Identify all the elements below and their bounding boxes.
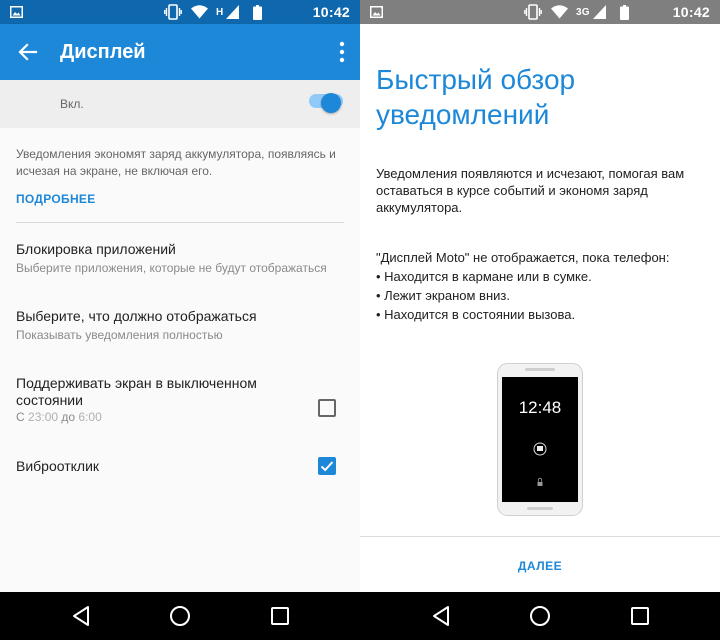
pref-title: Блокировка приложений — [16, 241, 176, 257]
next-button[interactable]: ДАЛЕЕ — [500, 559, 580, 573]
schedule-from-label: С — [16, 410, 25, 424]
phone-time: 12:48 — [518, 398, 562, 417]
master-switch-thumb[interactable] — [321, 93, 341, 113]
condition-item: • Лежит экраном вниз. — [376, 288, 510, 303]
image-notification-icon — [10, 6, 23, 18]
pref-subtitle: Выберите приложения, которые не будут от… — [16, 261, 327, 275]
vibrate-icon — [164, 4, 182, 20]
navigation-bar — [0, 592, 360, 640]
status-time: 10:42 — [312, 4, 350, 20]
divider — [16, 222, 344, 223]
learn-more-link[interactable]: ПОДРОБНЕЕ — [16, 192, 96, 206]
image-notification-icon — [370, 6, 383, 18]
battery-icon — [619, 4, 629, 20]
pref-schedule: С 23:00 до 6:00 — [16, 410, 102, 425]
battery-icon — [253, 4, 263, 20]
navigation-bar — [360, 592, 720, 640]
signal-icon — [592, 5, 606, 19]
phone-illustration — [497, 363, 583, 516]
pref-title: Выберите, что должно отображаться — [16, 308, 257, 324]
schedule-from-time[interactable]: 23:00 — [28, 410, 58, 424]
status-bar: 3G 10:42 — [360, 0, 720, 24]
nav-recents-icon[interactable] — [631, 607, 649, 625]
condition-item: • Находится в кармане или в сумке. — [376, 269, 592, 284]
toggle-label: Вкл. — [60, 97, 84, 111]
feature-description: Уведомления экономят заряд аккумулятора,… — [16, 147, 336, 178]
wifi-icon — [551, 5, 568, 19]
nav-recents-icon[interactable] — [271, 607, 289, 625]
schedule-to-label: до — [61, 410, 76, 424]
signal-icon — [226, 5, 240, 19]
nav-back-icon[interactable] — [430, 604, 452, 628]
conditions-intro: "Дисплей Moto" не отображается, пока тел… — [376, 250, 670, 265]
page-title: Дисплей — [60, 41, 146, 63]
network-type-label: H — [216, 6, 224, 18]
intro-title: Быстрый обзор уведомлений — [376, 64, 576, 130]
intro-paragraph: Уведомления появляются и исчезают, помог… — [376, 166, 685, 215]
moto-display-intro-screen: 3G 10:42 Быстрый обзор уведомлений Уведо… — [360, 0, 720, 640]
network-type-label: 3G — [576, 6, 590, 18]
intro-conditions: "Дисплей Moto" не отображается, пока тел… — [376, 248, 711, 324]
divider — [360, 536, 720, 537]
schedule-to-time[interactable]: 6:00 — [78, 410, 101, 424]
nav-home-icon[interactable] — [529, 605, 551, 627]
status-bar: H 10:42 — [0, 0, 360, 24]
nav-back-icon[interactable] — [70, 604, 92, 628]
more-vert-icon[interactable] — [338, 41, 346, 63]
wifi-icon — [191, 5, 208, 19]
vibrate-icon — [524, 4, 542, 20]
checkmark-icon — [320, 461, 334, 472]
pref-title: Виброотклик — [16, 458, 100, 474]
condition-item: • Находится в состоянии вызова. — [376, 307, 576, 322]
pref-title: Поддерживать экран в выключенном состоян… — [16, 375, 257, 408]
master-toggle-row[interactable]: Вкл. — [0, 80, 360, 128]
haptic-checkbox[interactable] — [318, 457, 336, 475]
status-time: 10:42 — [672, 4, 710, 20]
app-bar: Дисплей — [0, 24, 360, 80]
back-arrow-icon[interactable] — [16, 40, 40, 64]
display-settings-screen: H 10:42 Дисплей Вкл. Уведомления экономя… — [0, 0, 360, 640]
pref-subtitle: Показывать уведомления полностью — [16, 328, 223, 342]
nav-home-icon[interactable] — [169, 605, 191, 627]
keep-screen-off-checkbox[interactable] — [318, 399, 336, 417]
